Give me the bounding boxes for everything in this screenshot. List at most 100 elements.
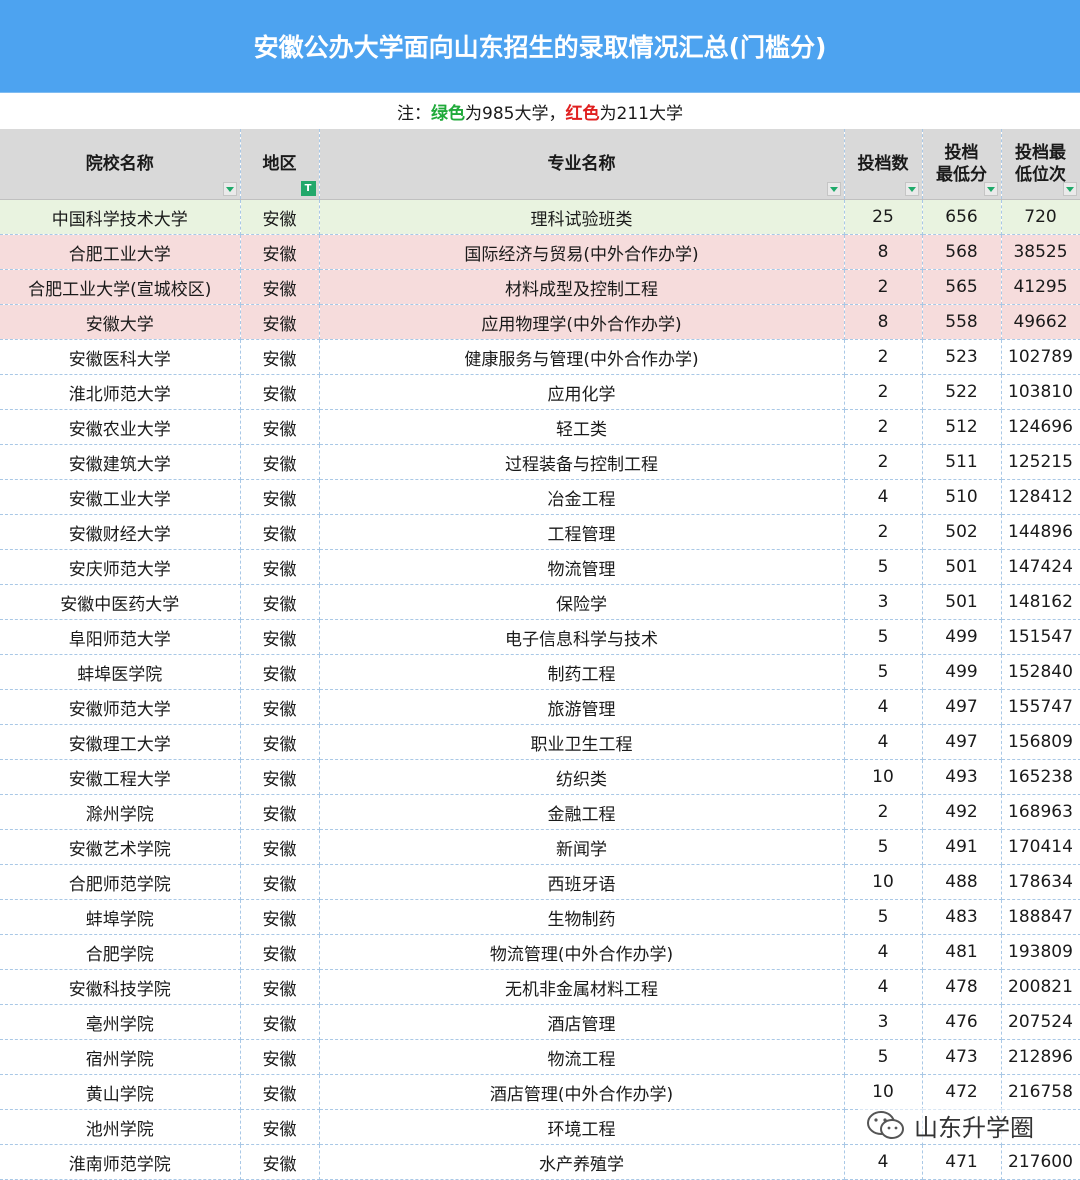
cell-score[interactable]: 502 [922, 514, 1002, 550]
cell-rank[interactable]: 155747 [1001, 689, 1080, 725]
cell-region[interactable]: 安徽 [240, 269, 320, 305]
cell-score[interactable]: 501 [922, 584, 1002, 620]
cell-rank[interactable]: 188847 [1001, 899, 1080, 935]
cell-major[interactable]: 旅游管理 [319, 689, 845, 725]
cell-rank[interactable]: 156809 [1001, 724, 1080, 760]
cell-rank[interactable]: 128412 [1001, 479, 1080, 515]
cell-rank[interactable]: 102789 [1001, 339, 1080, 375]
cell-region[interactable]: 安徽 [240, 444, 320, 480]
cell-count[interactable]: 4 [844, 934, 923, 970]
cell-count[interactable]: 3 [844, 1004, 923, 1040]
cell-rank[interactable]: 144896 [1001, 514, 1080, 550]
cell-score[interactable]: 493 [922, 759, 1002, 795]
cell-rank[interactable]: 720 [1001, 199, 1080, 235]
cell-region[interactable]: 安徽 [240, 409, 320, 445]
cell-school[interactable]: 合肥工业大学 [0, 234, 241, 270]
cell-region[interactable]: 安徽 [240, 654, 320, 690]
cell-major[interactable]: 国际经济与贸易(中外合作办学) [319, 234, 845, 270]
cell-school[interactable]: 安徽科技学院 [0, 969, 241, 1005]
cell-major[interactable]: 酒店管理 [319, 1004, 845, 1040]
cell-major[interactable]: 应用化学 [319, 374, 845, 410]
cell-score[interactable]: 565 [922, 269, 1002, 305]
cell-score[interactable]: 558 [922, 304, 1002, 340]
cell-rank[interactable]: 170414 [1001, 829, 1080, 865]
cell-region[interactable]: 安徽 [240, 1074, 320, 1110]
cell-major[interactable]: 保险学 [319, 584, 845, 620]
cell-rank[interactable]: 212896 [1001, 1039, 1080, 1075]
cell-region[interactable]: 安徽 [240, 1109, 320, 1145]
cell-major[interactable]: 电子信息科学与技术 [319, 619, 845, 655]
cell-count[interactable]: 5 [844, 619, 923, 655]
cell-major[interactable]: 纺织类 [319, 759, 845, 795]
cell-score[interactable]: 499 [922, 619, 1002, 655]
cell-major[interactable]: 新闻学 [319, 829, 845, 865]
cell-region[interactable]: 安徽 [240, 199, 320, 235]
cell-count[interactable]: 4 [844, 479, 923, 515]
cell-count[interactable]: 4 [844, 689, 923, 725]
cell-region[interactable]: 安徽 [240, 479, 320, 515]
header-school[interactable]: 院校名称 [0, 129, 241, 200]
cell-score[interactable]: 492 [922, 794, 1002, 830]
header-min-rank[interactable]: 投档最 低位次 [1001, 129, 1080, 200]
cell-school[interactable]: 亳州学院 [0, 1004, 241, 1040]
cell-rank[interactable]: 151547 [1001, 619, 1080, 655]
cell-count[interactable]: 3 [844, 584, 923, 620]
filter-dropdown-icon[interactable] [983, 182, 998, 196]
cell-region[interactable]: 安徽 [240, 1039, 320, 1075]
cell-rank[interactable]: 49662 [1001, 304, 1080, 340]
cell-count[interactable]: 10 [844, 759, 923, 795]
cell-region[interactable]: 安徽 [240, 899, 320, 935]
cell-region[interactable]: 安徽 [240, 969, 320, 1005]
cell-major[interactable]: 无机非金属材料工程 [319, 969, 845, 1005]
cell-count[interactable]: 2 [844, 444, 923, 480]
cell-school[interactable]: 安徽建筑大学 [0, 444, 241, 480]
cell-rank[interactable]: 200821 [1001, 969, 1080, 1005]
cell-score[interactable]: 497 [922, 724, 1002, 760]
cell-count[interactable]: 2 [844, 269, 923, 305]
cell-major[interactable]: 过程装备与控制工程 [319, 444, 845, 480]
cell-region[interactable]: 安徽 [240, 794, 320, 830]
cell-count[interactable]: 2 [844, 794, 923, 830]
cell-major[interactable]: 物流管理(中外合作办学) [319, 934, 845, 970]
cell-major[interactable]: 水产养殖学 [319, 1144, 845, 1180]
cell-major[interactable]: 物流工程 [319, 1039, 845, 1075]
cell-school[interactable]: 池州学院 [0, 1109, 241, 1145]
cell-region[interactable]: 安徽 [240, 374, 320, 410]
cell-major[interactable]: 材料成型及控制工程 [319, 269, 845, 305]
cell-region[interactable]: 安徽 [240, 689, 320, 725]
cell-count[interactable]: 8 [844, 234, 923, 270]
cell-rank[interactable]: 207524 [1001, 1004, 1080, 1040]
cell-rank[interactable]: 147424 [1001, 549, 1080, 585]
cell-school[interactable]: 安庆师范大学 [0, 549, 241, 585]
filter-active-icon[interactable]: T [300, 181, 316, 196]
cell-rank[interactable]: 152840 [1001, 654, 1080, 690]
cell-score[interactable]: 473 [922, 1039, 1002, 1075]
cell-school[interactable]: 合肥学院 [0, 934, 241, 970]
cell-region[interactable]: 安徽 [240, 234, 320, 270]
cell-major[interactable]: 应用物理学(中外合作办学) [319, 304, 845, 340]
cell-rank[interactable]: 178634 [1001, 864, 1080, 900]
cell-score[interactable]: 501 [922, 549, 1002, 585]
cell-count[interactable]: 5 [844, 549, 923, 585]
cell-school[interactable]: 安徽财经大学 [0, 514, 241, 550]
cell-score[interactable]: 656 [922, 199, 1002, 235]
cell-school[interactable]: 淮南师范学院 [0, 1144, 241, 1180]
cell-score[interactable]: 471 [922, 1144, 1002, 1180]
cell-score[interactable]: 478 [922, 969, 1002, 1005]
cell-score[interactable]: 512 [922, 409, 1002, 445]
cell-count[interactable]: 25 [844, 199, 923, 235]
cell-school[interactable]: 滁州学院 [0, 794, 241, 830]
cell-region[interactable]: 安徽 [240, 759, 320, 795]
cell-school[interactable]: 宿州学院 [0, 1039, 241, 1075]
filter-dropdown-icon[interactable] [904, 182, 919, 196]
cell-major[interactable]: 物流管理 [319, 549, 845, 585]
cell-school[interactable]: 安徽艺术学院 [0, 829, 241, 865]
cell-count[interactable]: 5 [844, 829, 923, 865]
cell-school[interactable]: 中国科学技术大学 [0, 199, 241, 235]
cell-count[interactable]: 5 [844, 654, 923, 690]
cell-major[interactable]: 轻工类 [319, 409, 845, 445]
cell-count[interactable]: 4 [844, 724, 923, 760]
cell-count[interactable]: 2 [844, 374, 923, 410]
cell-score[interactable]: 499 [922, 654, 1002, 690]
cell-school[interactable]: 黄山学院 [0, 1074, 241, 1110]
